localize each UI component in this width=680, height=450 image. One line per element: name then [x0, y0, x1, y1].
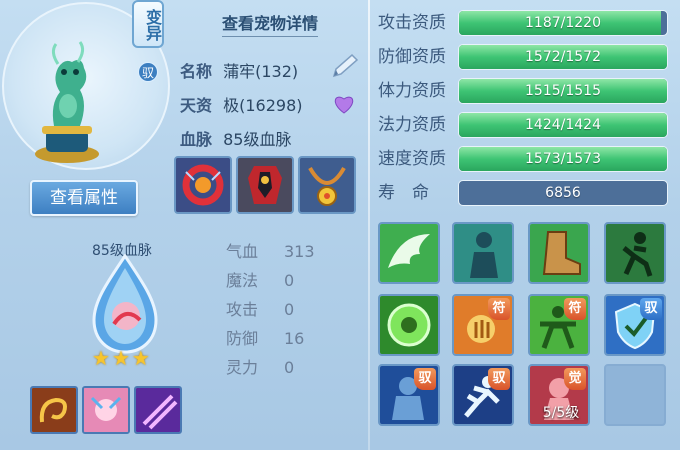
pet-figure-icon — [35, 41, 99, 163]
empty-skill-slot[interactable] — [604, 364, 666, 426]
variant-badge: 变异 — [132, 0, 164, 48]
skill-slot[interactable] — [378, 294, 440, 356]
skill-slot[interactable] — [604, 222, 666, 284]
aptitude-label: 法力资质 — [378, 115, 446, 135]
bloodline-skill-2[interactable] — [82, 386, 130, 434]
aptitude-bar: 1573/1573 — [458, 146, 668, 172]
fu-badge: 符 — [564, 298, 586, 320]
aptitude-value: 1515/1515 — [525, 83, 601, 99]
stat-label: 魔法 — [226, 271, 259, 290]
red-ring-icon — [176, 158, 230, 212]
pet-talent-value: 极(16298) — [223, 96, 303, 115]
stat-value: 0 — [284, 271, 295, 290]
equip-slot-3[interactable] — [298, 156, 356, 214]
skill-slot[interactable] — [378, 222, 440, 284]
golden-swirl-icon — [32, 388, 76, 432]
star-icon: ★ — [111, 346, 132, 370]
pet-bloodline-row: 血脉 85级血脉 — [180, 126, 291, 150]
aptitude-value: 1573/1573 — [525, 151, 601, 167]
pet-talent-label: 天资 — [180, 96, 213, 115]
aptitude-bar: 1515/1515 — [458, 78, 668, 104]
column-divider — [368, 0, 370, 450]
bloodline-skill-3[interactable] — [134, 386, 182, 434]
stat-attack: 攻击 0 — [226, 296, 294, 320]
wing-icon — [380, 224, 438, 282]
aptitude-bar: 1572/1572 — [458, 44, 668, 70]
pink-creature-icon — [84, 388, 128, 432]
aptitude-value: 1187/1220 — [525, 15, 601, 31]
fu-badge: 符 — [488, 298, 510, 320]
pet-name-label: 名称 — [180, 62, 213, 81]
stat-label: 攻击 — [226, 300, 259, 319]
pet-detail-title[interactable]: 查看宠物详情 — [222, 10, 319, 37]
aptitude-label: 体力资质 — [378, 81, 446, 101]
green-orb-icon — [380, 296, 438, 354]
skill-slot[interactable]: 觉 5/5级 — [528, 364, 590, 426]
yu-badge: 驭 — [414, 368, 436, 390]
stat-mp: 魔法 0 — [226, 267, 294, 291]
yu-badge: 驭 — [138, 62, 158, 82]
jue-badge: 觉 — [564, 368, 586, 390]
pet-detail-panel: 变异 驭 查看宠物详情 名称 蒲牢(132) 天资 极(16298) 血脉 85… — [0, 0, 680, 450]
red-armor-icon — [238, 158, 292, 212]
pet-name-row: 名称 蒲牢(132) — [180, 58, 298, 82]
skill-slot[interactable]: 驭 — [378, 364, 440, 426]
aptitude-label: 攻击资质 — [378, 13, 446, 33]
stat-value: 16 — [284, 329, 305, 348]
life-label: 寿 命 — [378, 183, 429, 203]
bloodline-skill-1[interactable] — [30, 386, 78, 434]
stat-value: 0 — [284, 300, 295, 319]
aptitude-bar: 1424/1424 — [458, 112, 668, 138]
stat-value: 313 — [284, 242, 315, 261]
running-figure-icon — [606, 224, 664, 282]
view-attributes-button[interactable]: 查看属性 — [30, 180, 138, 216]
skill-level-text: 5/5级 — [542, 405, 580, 421]
stat-label: 灵力 — [226, 358, 259, 377]
boot-icon — [530, 224, 588, 282]
heart-icon[interactable] — [332, 92, 356, 114]
skill-slot[interactable] — [528, 222, 590, 284]
shadow-figure-icon — [454, 224, 512, 282]
bloodline-stars: ★★★ — [92, 346, 152, 370]
skill-slot[interactable]: 符 — [528, 294, 590, 356]
skill-slot[interactable]: 符 — [452, 294, 514, 356]
purple-slash-icon — [136, 388, 180, 432]
life-value: 6856 — [545, 185, 581, 201]
pet-bloodline-value: 85级血脉 — [223, 130, 292, 149]
bloodline-gem-icon — [92, 254, 158, 354]
pet-name-value: 蒲牢(132) — [223, 62, 299, 81]
pet-talent-row: 天资 极(16298) — [180, 92, 303, 116]
stat-defense: 防御 16 — [226, 325, 304, 349]
stat-value: 0 — [284, 358, 295, 377]
necklace-icon — [300, 158, 354, 212]
star-icon: ★ — [92, 346, 112, 370]
aptitude-bar: 1187/1220 — [458, 10, 668, 36]
skill-slot[interactable] — [452, 222, 514, 284]
life-bar: 6856 — [458, 180, 668, 206]
stat-label: 气血 — [226, 242, 259, 261]
pet-bloodline-label: 血脉 — [180, 130, 213, 149]
skill-slot[interactable]: 驭 — [604, 294, 666, 356]
aptitude-value: 1572/1572 — [525, 49, 601, 65]
aptitude-value: 1424/1424 — [525, 117, 601, 133]
equip-slot-1[interactable] — [174, 156, 232, 214]
aptitude-label: 防御资质 — [378, 47, 446, 67]
skill-slot[interactable]: 驭 — [452, 364, 514, 426]
stat-spirit: 灵力 0 — [226, 354, 294, 378]
aptitude-label: 速度资质 — [378, 149, 446, 169]
stat-label: 防御 — [226, 329, 259, 348]
equip-slot-2[interactable] — [236, 156, 294, 214]
yu-badge: 驭 — [488, 368, 510, 390]
star-icon: ★ — [131, 346, 152, 370]
rename-pen-icon[interactable] — [330, 52, 360, 80]
yu-badge: 驭 — [640, 298, 662, 320]
stat-hp: 气血 313 — [226, 238, 315, 262]
